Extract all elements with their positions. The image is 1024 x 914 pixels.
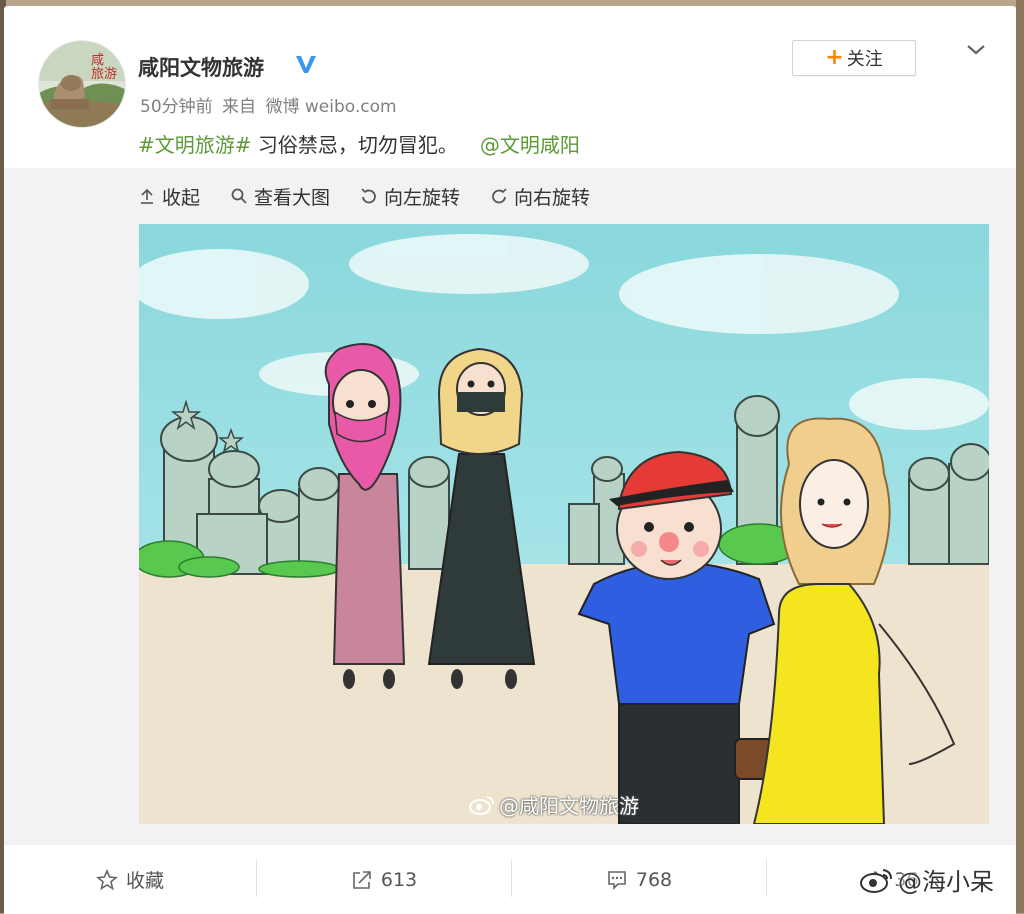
comment-button[interactable]: 768 [512, 845, 766, 914]
rotate-left-button[interactable]: 向左旋转 [360, 183, 460, 210]
post-time[interactable]: 50分钟前 [140, 97, 213, 117]
username[interactable]: 咸阳文物旅游 [138, 52, 264, 82]
post-text: #文明旅游# 习俗禁忌，切勿冒犯。 @文明咸阳 [138, 129, 580, 158]
collapse-button[interactable]: 收起 [138, 183, 200, 210]
plus-icon: + [825, 45, 844, 70]
rotate-left-icon [361, 188, 376, 204]
rotate-right-icon [492, 188, 507, 204]
screen-watermark-text: @海小呆 [898, 868, 994, 896]
media-panel: 收起 查看大图 向左旋转 向右旋转 @咸阳文物旅游 [4, 168, 1016, 844]
share-icon [353, 870, 371, 889]
weibo-logo-icon [860, 868, 892, 893]
comment-icon [608, 870, 626, 890]
rotate-right-button[interactable]: 向右旋转 [490, 183, 590, 210]
repost-count: 613 [380, 868, 418, 891]
mention-link[interactable]: @文明咸阳 [480, 133, 580, 157]
rotate-left-label: 向左旋转 [384, 186, 461, 209]
post-body: 习俗禁忌，切勿冒犯。 [251, 133, 458, 157]
follow-label: 关注 [846, 49, 883, 70]
post-source[interactable]: 微博 weibo.com [265, 97, 396, 117]
magnifier-icon [231, 188, 247, 204]
favorite-button[interactable]: 收藏 [4, 845, 256, 914]
verified-v-icon [296, 56, 316, 73]
screen-watermark: @海小呆 [860, 862, 994, 897]
avatar-calligraphy-2: 旅游 [91, 67, 118, 82]
source-label: 来自 [222, 97, 257, 117]
woman-pink-headscarf [324, 343, 406, 689]
collapse-label: 收起 [162, 186, 201, 209]
rotate-right-label: 向右旋转 [514, 186, 591, 209]
weibo-logo-icon [469, 795, 494, 815]
star-outline-icon [96, 868, 118, 890]
comment-count: 768 [635, 868, 673, 891]
view-large-button[interactable]: 查看大图 [230, 183, 330, 210]
image-watermark-text: @咸阳文物旅游 [499, 794, 639, 818]
post-meta: 50分钟前 来自 微博 weibo.com [140, 92, 397, 117]
image-toolbar: 收起 查看大图 向左旋转 向右旋转 [138, 178, 620, 214]
repost-button[interactable]: 613 [257, 845, 511, 914]
avatar[interactable]: 咸 旅游 [38, 40, 126, 128]
chevron-down-icon[interactable] [962, 40, 990, 60]
favorite-label: 收藏 [125, 870, 164, 892]
collapse-arrow-icon [141, 188, 153, 204]
image-watermark: @咸阳文物旅游 [469, 790, 639, 819]
avatar-lion-statue-image [39, 41, 125, 127]
weibo-post-card: 咸 旅游 咸阳文物旅游 50分钟前 来自 微博 weibo.com #文明旅游#… [4, 6, 1016, 914]
follow-button[interactable]: + 关注 [792, 40, 916, 76]
cartoon-image[interactable]: @咸阳文物旅游 [139, 224, 989, 824]
cartoon-illustration [139, 224, 989, 824]
background-edge-right [1016, 0, 1024, 913]
view-large-label: 查看大图 [254, 186, 331, 209]
hashtag-link[interactable]: #文明旅游# [138, 133, 252, 157]
